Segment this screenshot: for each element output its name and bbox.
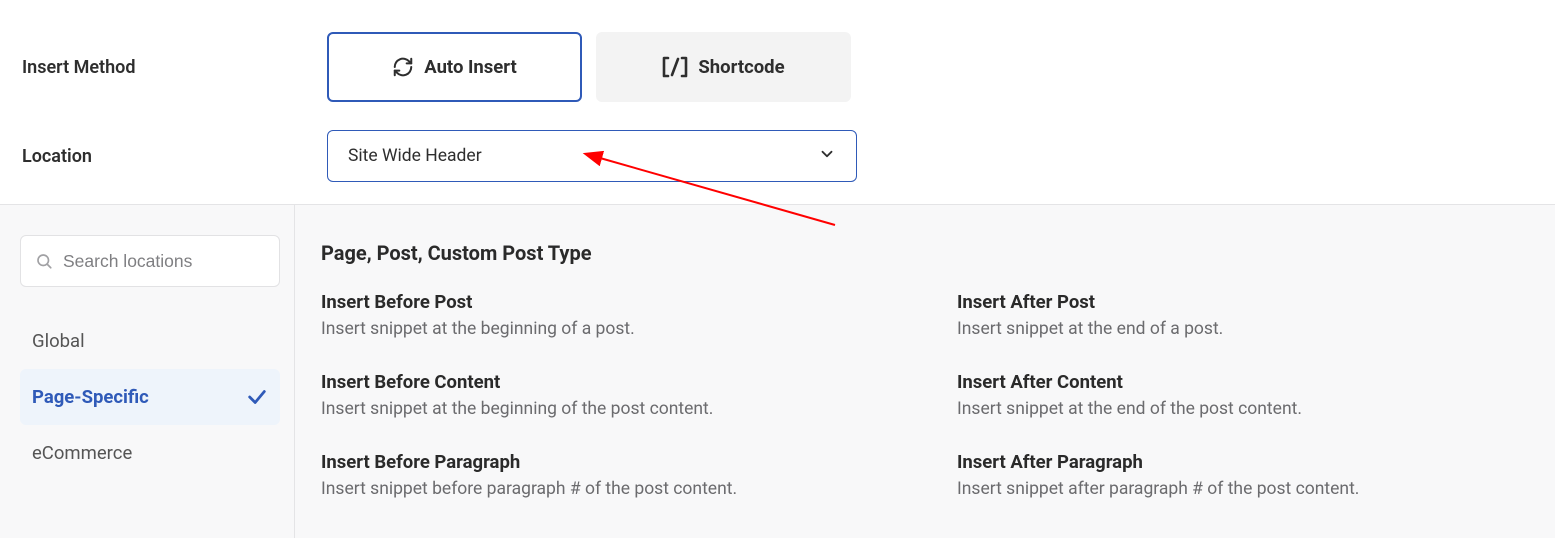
search-locations-container	[20, 235, 280, 287]
option-title: Insert Before Post	[321, 291, 957, 313]
option-insert-after-content[interactable]: Insert After Content Insert snippet at t…	[957, 371, 1525, 419]
option-insert-after-paragraph[interactable]: Insert After Paragraph Insert snippet af…	[957, 451, 1525, 499]
sidebar-item-label: Global	[32, 330, 85, 352]
options-group-title: Page, Post, Custom Post Type	[321, 241, 1525, 265]
search-icon	[35, 252, 53, 270]
shortcode-label: Shortcode	[698, 56, 784, 78]
location-select[interactable]: Site Wide Header	[327, 130, 857, 182]
option-desc: Insert snippet at the beginning of the p…	[321, 399, 957, 419]
check-icon	[246, 386, 268, 408]
option-title: Insert After Content	[957, 371, 1525, 393]
search-locations-input[interactable]	[63, 251, 265, 272]
option-title: Insert Before Paragraph	[321, 451, 957, 473]
refresh-icon	[392, 56, 414, 78]
option-desc: Insert snippet at the end of the post co…	[957, 399, 1525, 419]
option-insert-after-post[interactable]: Insert After Post Insert snippet at the …	[957, 291, 1525, 339]
sidebar-item-label: eCommerce	[32, 442, 132, 464]
option-insert-before-post[interactable]: Insert Before Post Insert snippet at the…	[321, 291, 957, 339]
location-label: Location	[22, 146, 327, 167]
option-insert-before-paragraph[interactable]: Insert Before Paragraph Insert snippet b…	[321, 451, 957, 499]
option-title: Insert After Post	[957, 291, 1525, 313]
location-select-value: Site Wide Header	[348, 146, 482, 166]
option-desc: Insert snippet at the beginning of a pos…	[321, 319, 957, 339]
option-desc: Insert snippet after paragraph # of the …	[957, 479, 1525, 499]
auto-insert-button[interactable]: Auto Insert	[327, 32, 582, 102]
option-desc: Insert snippet before paragraph # of the…	[321, 479, 957, 499]
sidebar-item-global[interactable]: Global	[20, 313, 280, 369]
shortcode-icon	[662, 56, 688, 78]
chevron-down-icon	[818, 145, 836, 168]
insert-method-label: Insert Method	[22, 57, 327, 78]
option-desc: Insert snippet at the end of a post.	[957, 319, 1525, 339]
shortcode-button[interactable]: Shortcode	[596, 32, 851, 102]
option-title: Insert Before Content	[321, 371, 957, 393]
location-dropdown-panel: Global Page-Specific eCommerce Page, Pos…	[0, 204, 1555, 538]
sidebar-item-page-specific[interactable]: Page-Specific	[20, 369, 280, 425]
sidebar-item-ecommerce[interactable]: eCommerce	[20, 425, 280, 481]
option-title: Insert After Paragraph	[957, 451, 1525, 473]
option-insert-before-content[interactable]: Insert Before Content Insert snippet at …	[321, 371, 957, 419]
auto-insert-label: Auto Insert	[424, 56, 517, 78]
sidebar-item-label: Page-Specific	[32, 386, 149, 408]
